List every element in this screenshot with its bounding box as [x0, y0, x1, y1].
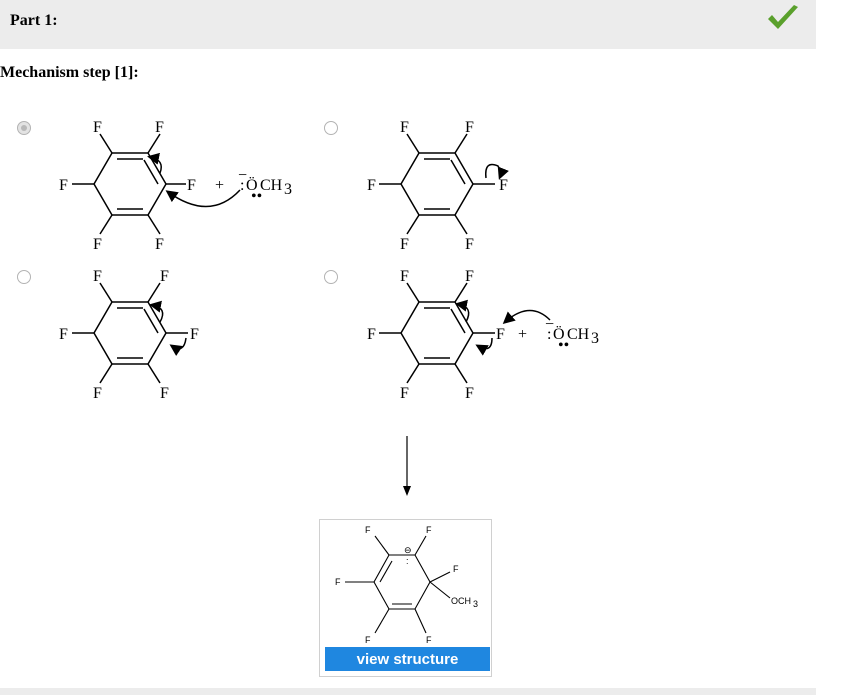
atom-label: F	[93, 268, 102, 285]
atom-label: F	[465, 385, 474, 402]
option-c-structure	[72, 282, 188, 384]
product-structure-drawing: F F F F OCH 3 F F ⊖ :	[335, 525, 478, 645]
atom-label: F	[155, 236, 164, 253]
product-atom-label: F	[365, 525, 371, 535]
atom-label: F	[465, 268, 474, 285]
atom-label: F	[59, 177, 68, 194]
product-methoxy: OCH	[451, 596, 471, 606]
negative-charge-icon: ⊖	[404, 545, 412, 555]
atom-label: F	[499, 177, 508, 194]
atom-label: F	[465, 236, 474, 253]
atom-label: F	[187, 177, 196, 194]
atom-label: F	[59, 326, 68, 343]
product-atom-label: F	[365, 635, 371, 644]
view-structure-button[interactable]: view structure	[325, 647, 490, 671]
atom-label: F	[496, 326, 505, 343]
atom-label: F	[160, 268, 169, 285]
methoxide-sub: 3	[284, 181, 292, 198]
methoxide-ch: CH	[567, 326, 590, 343]
product-atom-label: F	[426, 635, 432, 644]
product-atom-label: F	[335, 577, 341, 587]
atom-label: F	[367, 177, 376, 194]
atom-label: F	[155, 119, 164, 136]
atom-label: F	[93, 236, 102, 253]
product-lone-pair: :	[406, 556, 409, 566]
product-methoxy-sub: 3	[473, 599, 478, 609]
atom-label: F	[400, 236, 409, 253]
lone-pair: :	[547, 326, 551, 343]
atom-label: F	[190, 326, 199, 343]
plus-sign: +	[215, 177, 224, 194]
methoxide-ch: CH	[260, 177, 283, 194]
atom-label: F	[367, 326, 376, 343]
reaction-arrow	[403, 436, 411, 496]
plus-sign: +	[518, 326, 527, 343]
lone-pair: :	[240, 177, 244, 194]
lone-pair: ••	[558, 337, 569, 354]
atom-label: F	[400, 385, 409, 402]
product-atom-label: F	[426, 525, 432, 535]
atom-label: F	[93, 119, 102, 136]
methoxide-sub: 3	[591, 330, 599, 347]
atom-label: F	[465, 119, 474, 136]
footer-bar	[0, 688, 816, 695]
lone-pair: ••	[251, 188, 262, 205]
atom-label: F	[93, 385, 102, 402]
atom-label: F	[400, 119, 409, 136]
product-atom-label: F	[453, 564, 459, 574]
atom-label: F	[160, 385, 169, 402]
option-b-structure	[379, 133, 509, 235]
atom-label: F	[400, 268, 409, 285]
product-structure-card: F F F F OCH 3 F F ⊖ : view structure	[319, 519, 492, 677]
